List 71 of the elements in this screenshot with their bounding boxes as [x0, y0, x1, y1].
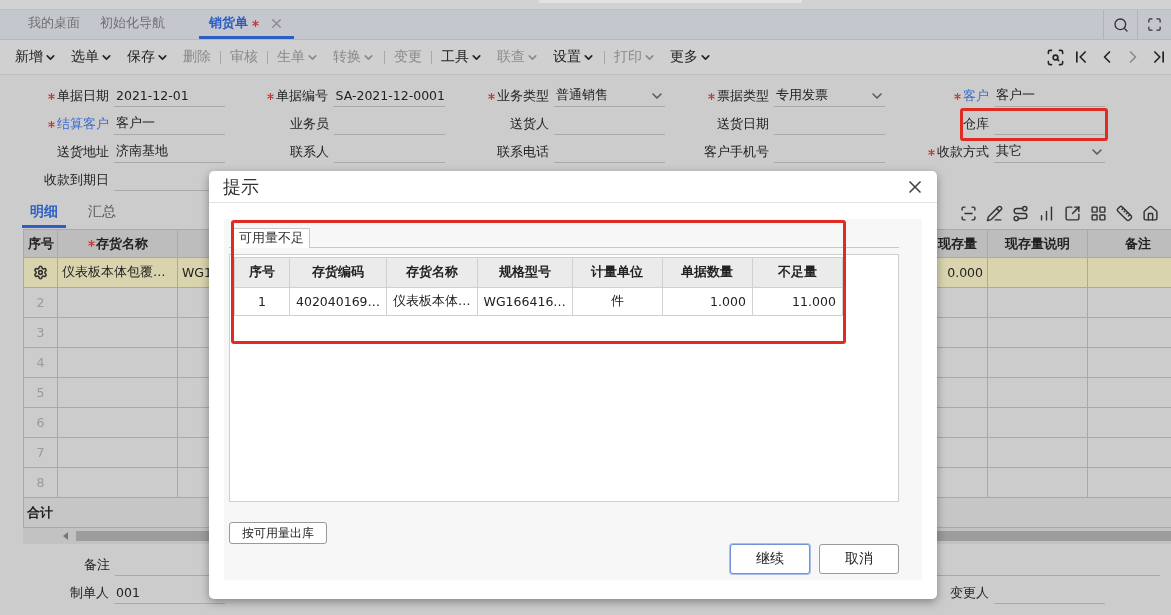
dropdown-field[interactable]: 其它 — [994, 141, 1105, 163]
tab[interactable]: 可用量不足 — [233, 228, 310, 248]
tab[interactable]: 汇总 — [80, 198, 124, 228]
gear-icon[interactable] — [33, 265, 48, 280]
field-label: 变更人 — [949, 584, 990, 602]
toolbar-button[interactable]: 保存 — [120, 48, 176, 66]
table-cell: 1.000 — [662, 287, 753, 316]
dropdown-field[interactable]: 专用发票 — [774, 85, 885, 107]
cancel-button[interactable]: 取消 — [819, 544, 899, 574]
scan-icon[interactable] — [960, 204, 977, 222]
field-label: 收款方式 — [885, 141, 994, 163]
table-cell: 1 — [234, 287, 290, 316]
table-cell: 11.000 — [752, 287, 843, 316]
input-field[interactable]: 客户一 — [994, 85, 1105, 107]
table-cell: 件 — [572, 287, 663, 316]
toolbar-button[interactable]: 更多 — [663, 48, 719, 66]
toolbar-button[interactable]: 工具 — [434, 48, 490, 66]
column-header: 存货名称 — [386, 257, 478, 288]
column-header: 规格型号 — [477, 257, 573, 288]
table-cell: 仪表板本体包覆… — [58, 258, 178, 288]
continue-button[interactable]: 继续 — [730, 544, 810, 574]
column-header: 不足量 — [752, 257, 843, 288]
dropdown-field[interactable]: 普通销售 — [554, 85, 665, 107]
input-field[interactable]: SA-2021-12-0001 — [333, 85, 445, 107]
search-icon — [1112, 16, 1129, 33]
toolbar-button[interactable]: 新增 — [8, 48, 64, 66]
column-header: 序号 — [24, 230, 58, 258]
input-field[interactable]: 客户一 — [114, 113, 225, 135]
export-icon[interactable] — [1064, 204, 1081, 222]
column-header: 存货名称 — [58, 230, 178, 258]
field-label: 送货日期 — [716, 115, 770, 133]
field-label: 制单人 — [69, 584, 110, 602]
toolbar-button[interactable]: 选单 — [64, 48, 120, 66]
column-header: 存货编码 — [289, 257, 387, 288]
field-label: 单据编号 — [225, 85, 334, 107]
scroll-left-icon[interactable] — [63, 532, 68, 540]
input-field[interactable]: 2021-12-01 — [114, 85, 225, 107]
dialog-title: 提示 — [223, 174, 259, 199]
field-label: 送货人 — [509, 115, 550, 133]
field-label: 收款到期日 — [43, 171, 110, 189]
preview-icon[interactable] — [1046, 47, 1065, 67]
input-field[interactable]: 济南基地 — [114, 141, 225, 163]
fullscreen-icon — [1147, 17, 1162, 32]
field-label: 业务员 — [289, 115, 330, 133]
field-label: 联系人 — [289, 143, 330, 161]
stock-out-button[interactable]: 按可用量出库 — [229, 522, 327, 544]
total-label: 合计 — [27, 503, 53, 522]
toolbar-button[interactable]: 设置 — [546, 48, 602, 66]
column-header: 备注 — [1088, 230, 1171, 258]
table-cell: WG166416… — [477, 287, 573, 316]
tab[interactable]: 明细 — [22, 198, 66, 228]
grid-icon[interactable] — [1090, 204, 1107, 222]
table-cell: 402040169… — [289, 287, 387, 316]
route-icon[interactable] — [1012, 204, 1029, 222]
field-label: 票据类型 — [665, 85, 774, 107]
field-label: 客户手机号 — [703, 143, 770, 161]
field-label: 送货地址 — [56, 143, 110, 161]
ruler-icon[interactable] — [1116, 204, 1133, 222]
house-icon[interactable] — [1142, 204, 1159, 222]
column-header: 计量单位 — [572, 257, 663, 288]
column-header: 单据数量 — [662, 257, 753, 288]
column-header: 现存量说明 — [988, 230, 1088, 258]
bar-chart-icon[interactable] — [1038, 204, 1055, 222]
pencil-icon[interactable] — [986, 204, 1003, 222]
field-label: 备注 — [83, 556, 111, 574]
field-label: 业务类型 — [445, 85, 554, 107]
field-label: 单据日期 — [5, 85, 114, 107]
field-label: 联系电话 — [496, 143, 550, 161]
column-header: 序号 — [234, 257, 290, 288]
field-label: 仓库 — [962, 115, 990, 133]
table-cell: 仪表板本体… — [386, 287, 478, 316]
